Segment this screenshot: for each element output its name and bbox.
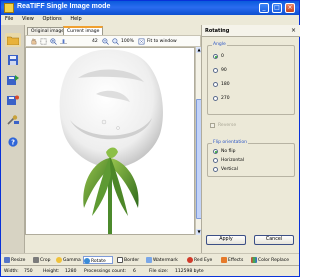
status-proc-label: Processings count: bbox=[84, 269, 127, 274]
flip-label-horizontal: Horizontal bbox=[221, 158, 244, 163]
flip-radio-none[interactable] bbox=[213, 149, 218, 154]
resize-icon bbox=[4, 257, 10, 263]
help-button[interactable]: ? bbox=[5, 135, 21, 149]
title-bar[interactable]: ReaTIFF Single Image mode _ □ × bbox=[1, 1, 299, 15]
tools-icon bbox=[7, 115, 19, 125]
flip-label-none: No flip bbox=[221, 149, 236, 154]
flip-label-vertical: Vertical bbox=[221, 167, 238, 172]
settings-button[interactable] bbox=[5, 113, 21, 127]
red-eye-icon bbox=[187, 257, 193, 263]
flip-radio-horizontal[interactable] bbox=[213, 158, 218, 163]
gamma-bulb-icon bbox=[56, 257, 62, 263]
crop-icon bbox=[33, 257, 39, 263]
minimize-button[interactable]: _ bbox=[259, 3, 269, 13]
panel-header: Rotating × bbox=[202, 25, 300, 37]
menu-help[interactable]: Help bbox=[66, 15, 84, 22]
tab-original-image[interactable]: Original image bbox=[27, 27, 69, 35]
angle-radio-270[interactable] bbox=[213, 96, 218, 101]
status-bar: Width: 750 Height: 1280 Processings coun… bbox=[1, 265, 299, 276]
maximize-button[interactable]: □ bbox=[272, 3, 282, 13]
zoom-value: 42 bbox=[92, 39, 98, 44]
flip-group: Flip orientation No flip Horizontal Vert… bbox=[207, 140, 295, 177]
menu-bar: File View Options Help bbox=[1, 15, 299, 25]
menu-view[interactable]: View bbox=[18, 15, 37, 22]
svg-text:?: ? bbox=[11, 139, 15, 147]
effects-toolbar: Resize Crop Gamma Rotate Border Watermar… bbox=[1, 253, 299, 265]
status-size-label: File size: bbox=[149, 269, 169, 274]
app-window: ReaTIFF Single Image mode _ □ × File Vie… bbox=[0, 0, 300, 277]
image-canvas[interactable] bbox=[25, 47, 195, 235]
apply-button[interactable]: Apply bbox=[206, 235, 246, 245]
status-width-label: Width: bbox=[4, 269, 19, 274]
tool-rotate[interactable]: Rotate bbox=[83, 256, 113, 264]
border-icon bbox=[117, 257, 123, 263]
tool-effects-label: Effects bbox=[228, 257, 244, 263]
tool-gamma-label: Gamma bbox=[63, 257, 81, 263]
hand-pan-icon[interactable] bbox=[30, 38, 37, 45]
zoom-100-label[interactable]: 100% bbox=[121, 39, 134, 44]
status-proc-value: 6 bbox=[133, 269, 136, 274]
open-folder-button[interactable] bbox=[5, 33, 21, 47]
zoom-out-icon[interactable] bbox=[102, 38, 109, 45]
angle-radio-90[interactable] bbox=[213, 68, 218, 73]
left-toolbar: ? bbox=[1, 25, 25, 253]
tab-current-image[interactable]: Current image bbox=[63, 26, 104, 35]
menu-options[interactable]: Options bbox=[38, 15, 64, 22]
fit-window-icon[interactable] bbox=[138, 38, 145, 45]
image-toolbar: 42 100% Fit to window bbox=[25, 35, 201, 47]
fit-to-window-label[interactable]: Fit to window bbox=[147, 39, 177, 44]
angle-label-180: 180 bbox=[221, 82, 230, 87]
save-button[interactable] bbox=[5, 53, 21, 67]
save-as-icon bbox=[7, 75, 19, 85]
status-height-label: Height: bbox=[43, 269, 60, 274]
rotate-icon bbox=[84, 258, 90, 264]
tool-color-replace-label: Color Replace bbox=[258, 257, 289, 263]
panel-title: Rotating bbox=[205, 28, 230, 34]
help-icon: ? bbox=[8, 137, 18, 147]
save-as-button[interactable] bbox=[5, 73, 21, 87]
folder-icon bbox=[7, 36, 19, 45]
window-title: ReaTIFF Single Image mode bbox=[17, 3, 111, 10]
flip-legend: Flip orientation bbox=[212, 140, 248, 145]
zoom-in-icon[interactable] bbox=[50, 38, 57, 45]
status-width-value: 750 bbox=[24, 269, 33, 274]
tool-red-eye-label: Red Eye bbox=[194, 257, 213, 263]
rose-image bbox=[59, 49, 163, 234]
image-tabs: Original image Current image bbox=[25, 25, 201, 35]
reverse-checkbox-box[interactable] bbox=[210, 123, 215, 128]
export-button[interactable] bbox=[5, 93, 21, 107]
tool-crop-label: Crop bbox=[40, 257, 51, 263]
zoom-100-icon[interactable] bbox=[112, 38, 119, 45]
app-logo-icon bbox=[4, 3, 14, 13]
flip-radio-vertical[interactable] bbox=[213, 167, 218, 172]
tool-watermark-label: Watermark bbox=[153, 257, 178, 263]
angle-label-90: 90 bbox=[221, 68, 227, 73]
status-size-value: 112598 byte bbox=[175, 269, 204, 274]
angle-label-270: 270 bbox=[221, 96, 230, 101]
effects-icon bbox=[221, 257, 227, 263]
panel-close-icon[interactable]: × bbox=[291, 27, 296, 34]
menu-file[interactable]: File bbox=[1, 15, 16, 22]
close-button[interactable]: × bbox=[285, 3, 295, 13]
angle-radio-0[interactable] bbox=[213, 54, 218, 59]
angle-legend: Angle bbox=[212, 42, 227, 47]
angle-label-0: 0 bbox=[221, 54, 224, 59]
tool-resize-label: Resize bbox=[11, 257, 26, 263]
watermark-icon bbox=[146, 257, 152, 263]
angle-radio-180[interactable] bbox=[213, 82, 218, 87]
angle-group: Angle 0 90 180 270 bbox=[207, 42, 295, 115]
zoom-slider-icon[interactable] bbox=[60, 38, 67, 45]
select-icon[interactable] bbox=[40, 38, 47, 45]
export-icon bbox=[7, 95, 19, 105]
tool-border-label: Border bbox=[124, 257, 140, 263]
rotating-panel: Rotating × Angle 0 90 180 270 Reverse Fl… bbox=[201, 25, 300, 253]
cancel-button[interactable]: Cancel bbox=[254, 235, 294, 245]
tool-rotate-label: Rotate bbox=[91, 258, 106, 264]
color-replace-icon bbox=[251, 257, 257, 263]
reverse-label: Reverse bbox=[218, 123, 237, 128]
status-height-value: 1280 bbox=[65, 269, 77, 274]
save-icon bbox=[8, 55, 18, 65]
